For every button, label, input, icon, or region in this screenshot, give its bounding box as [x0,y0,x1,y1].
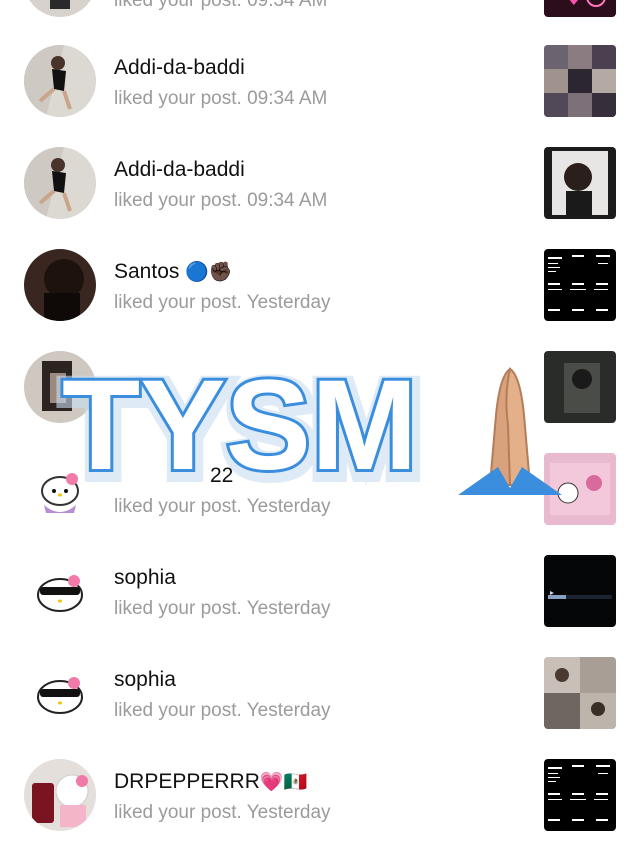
tysm-overlay: TYSM TYSM [55,349,578,510]
avatar[interactable] [24,657,96,729]
post-thumbnail[interactable]: ♥ [544,0,616,17]
row-subtitle: liked your post. 09:34 AM [114,0,328,11]
name-emoji: 🔵✊🏿 [185,261,233,283]
row-subtitle: liked your post. Yesterday [114,598,331,619]
row-subtitle: liked your post. 09:34 AM [114,88,328,109]
row-username[interactable]: Addi-da-baddi [114,56,245,80]
avatar[interactable] [24,249,96,321]
activity-row[interactable]: Addi-da-baddi liked your post. 09:34 AM [0,134,640,236]
username-text[interactable]: DRPEPPERRR [114,770,260,793]
svg-text:♥: ♥ [564,0,584,11]
avatar[interactable] [24,147,96,219]
activity-row[interactable]: Santos 🔵✊🏿 liked your post. Yesterday [0,236,640,338]
post-thumbnail[interactable] [544,45,616,117]
row-subtitle: liked your post. Yesterday [114,700,331,721]
name-emoji: 💗🇲🇽 [259,771,308,793]
post-thumbnail[interactable] [544,555,616,627]
row-username[interactable]: sophia [114,566,176,590]
row-subtitle: liked your post. Yesterday [114,802,331,823]
activity-row[interactable]: liked your post. 09:34 AM ♥ [0,0,640,32]
avatar[interactable] [24,0,96,17]
post-thumbnail[interactable] [544,249,616,321]
activity-row[interactable]: sophia liked your post. Yesterday [0,644,640,746]
username-text[interactable]: Santos [114,260,179,283]
activity-row[interactable]: Addi-da-baddi liked your post. 09:34 AM [0,32,640,134]
row-subtitle: liked your post. Yesterday [114,292,331,313]
row-username[interactable]: Santos 🔵✊🏿 [114,260,233,284]
praying-hands-icon [458,367,562,495]
overlay-text: TYSM [62,354,418,497]
post-thumbnail[interactable] [544,147,616,219]
avatar[interactable] [24,45,96,117]
activity-row[interactable]: DRPEPPERRR💗🇲🇽 liked your post. Yesterday [0,746,640,848]
activity-row[interactable]: sophia liked your post. Yesterday [0,542,640,644]
row-subtitle: liked your post. 09:34 AM [114,190,328,211]
row-username[interactable]: sophia [114,668,176,692]
avatar[interactable] [24,759,96,831]
post-thumbnail[interactable] [544,657,616,729]
post-thumbnail[interactable] [544,759,616,831]
row-username[interactable]: Addi-da-baddi [114,158,245,182]
row-username[interactable]: DRPEPPERRR💗🇲🇽 [114,770,307,794]
avatar[interactable] [24,555,96,627]
